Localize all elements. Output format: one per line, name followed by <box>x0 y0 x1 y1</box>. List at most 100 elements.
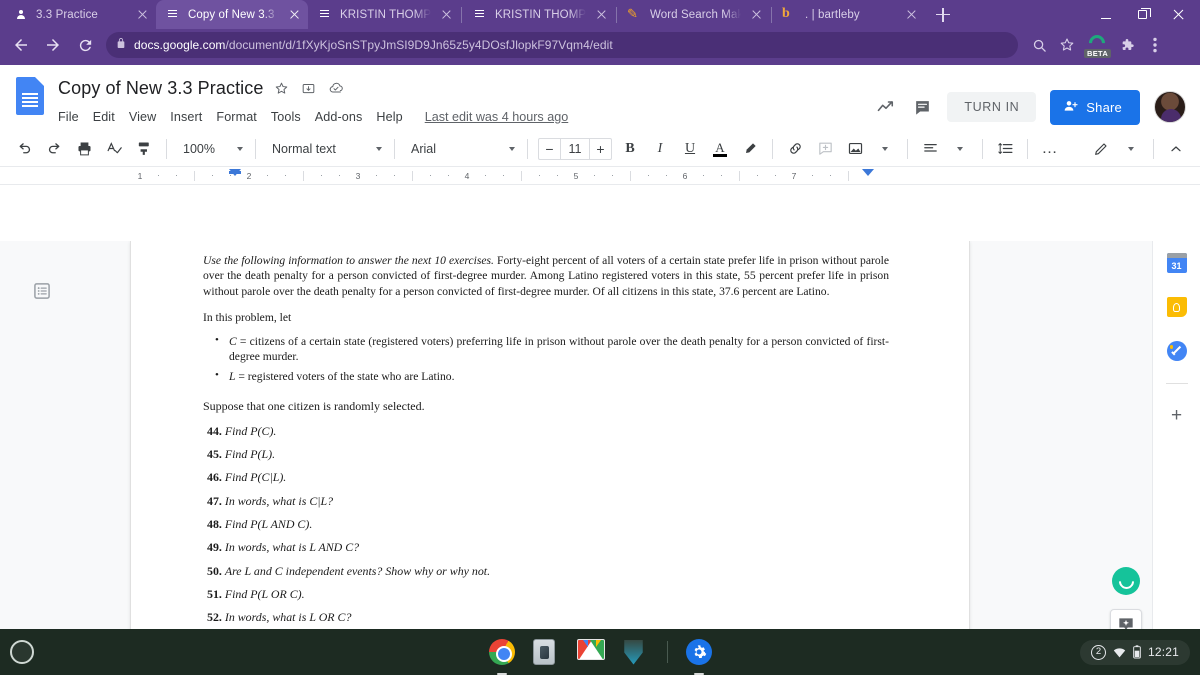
menu-insert[interactable]: Insert <box>170 110 202 124</box>
menu-format[interactable]: Format <box>216 110 256 124</box>
pencil-icon: ✎ <box>627 5 638 21</box>
beta-extension-icon[interactable]: BETA <box>1082 30 1112 60</box>
close-icon[interactable] <box>286 7 302 23</box>
last-edit-link[interactable]: Last edit was 4 hours ago <box>425 110 569 124</box>
battery-icon <box>1133 645 1141 659</box>
insert-image-icon[interactable] <box>841 135 869 163</box>
document-outline-icon[interactable] <box>30 279 54 303</box>
close-icon[interactable] <box>748 7 764 23</box>
ruler[interactable]: 1 2 3 4 5 6 7 <box>0 167 1200 185</box>
settings-icon[interactable] <box>685 639 712 675</box>
editing-mode-pencil-icon[interactable] <box>1087 135 1115 163</box>
browser-tab[interactable]: KRISTIN THOMPSON - <box>308 0 460 29</box>
document-page[interactable]: Use the following information to answer … <box>130 241 970 669</box>
menu-tools[interactable]: Tools <box>271 110 301 124</box>
tab-strip: 3.3 Practice Copy of New 3.3 Practice KR… <box>0 0 1200 29</box>
bold-button[interactable]: B <box>616 135 644 163</box>
back-arrow-icon[interactable] <box>6 30 36 60</box>
paint-format-icon[interactable] <box>130 135 158 163</box>
tab-title: Word Search Maker <box>650 8 741 21</box>
search-icon[interactable] <box>1026 32 1052 58</box>
avatar[interactable] <box>1154 91 1186 123</box>
bookmark-star-icon[interactable] <box>1054 32 1080 58</box>
launcher-icon[interactable] <box>10 640 34 664</box>
new-tab-button[interactable] <box>929 1 957 29</box>
more-options-button[interactable]: … <box>1036 135 1064 163</box>
play-store-icon[interactable] <box>532 639 559 665</box>
font-size-increase[interactable]: + <box>590 139 611 159</box>
highlight-pen-icon[interactable] <box>736 135 764 163</box>
tasks-icon[interactable] <box>1165 339 1189 363</box>
menu-file[interactable]: File <box>58 110 79 124</box>
spellcheck-icon[interactable] <box>100 135 128 163</box>
browser-tab[interactable]: ✎ Word Search Maker <box>618 0 770 29</box>
cloud-saved-icon[interactable] <box>327 79 345 97</box>
link-icon[interactable] <box>781 135 809 163</box>
maximize-button[interactable] <box>1124 0 1160 29</box>
page-title[interactable]: Copy of New 3.3 Practice <box>58 78 264 99</box>
chrome-icon[interactable] <box>488 639 515 675</box>
indent-marker-right[interactable] <box>862 169 874 176</box>
shield-app-icon[interactable] <box>623 639 649 665</box>
font-family-dropdown[interactable]: Arial <box>403 136 519 162</box>
close-window-button[interactable] <box>1160 0 1196 29</box>
close-icon[interactable] <box>134 7 150 23</box>
address-bar[interactable]: docs.google.com/document/d/1fXyKjoSnSTpy… <box>106 32 1018 58</box>
turn-in-button[interactable]: TURN IN <box>947 92 1037 122</box>
font-size-value[interactable]: 11 <box>560 138 590 159</box>
underline-button[interactable]: U <box>676 135 704 163</box>
definition-text: = registered voters of the state who are… <box>235 370 455 384</box>
close-icon[interactable] <box>438 7 454 23</box>
move-to-folder-icon[interactable] <box>300 79 318 97</box>
browser-tab[interactable]: b . | bartleby <box>773 0 925 29</box>
list-item: 47. In words, what is C|L? <box>203 494 889 510</box>
font-size-decrease[interactable]: − <box>539 139 560 159</box>
extensions-puzzle-icon[interactable] <box>1114 32 1140 58</box>
definition-list: C = citizens of a certain state (registe… <box>203 333 889 385</box>
grammarly-status-icon[interactable] <box>1112 567 1140 595</box>
menu-addons[interactable]: Add-ons <box>315 110 363 124</box>
keep-icon[interactable] <box>1165 295 1189 319</box>
star-icon[interactable] <box>273 79 291 97</box>
line-spacing-icon[interactable] <box>991 135 1019 163</box>
activity-dashboard-icon[interactable] <box>875 96 897 118</box>
close-icon[interactable] <box>903 7 919 23</box>
minimize-button[interactable] <box>1088 0 1124 29</box>
browser-tab-active[interactable]: Copy of New 3.3 Practice <box>156 0 308 29</box>
document-body[interactable]: Use the following information to answer … <box>131 241 969 650</box>
menu-help[interactable]: Help <box>376 110 402 124</box>
docs-logo-icon[interactable] <box>14 77 50 121</box>
gmail-icon[interactable] <box>576 639 605 665</box>
browser-tab[interactable]: 3.3 Practice <box>4 0 156 29</box>
status-tray[interactable]: 2 12:21 <box>1079 639 1190 665</box>
italic-button[interactable]: I <box>646 135 674 163</box>
calendar-icon[interactable]: 31 <box>1165 251 1189 275</box>
print-icon[interactable] <box>70 135 98 163</box>
comment-history-icon[interactable] <box>911 96 933 118</box>
menu-view[interactable]: View <box>129 110 156 124</box>
editing-mode-caret[interactable] <box>1117 135 1145 163</box>
align-caret[interactable] <box>946 135 974 163</box>
font-size-stepper[interactable]: − 11 + <box>538 137 612 160</box>
toolbar-right-group <box>1087 135 1190 163</box>
close-icon[interactable] <box>593 7 609 23</box>
indent-marker-left[interactable] <box>229 169 241 176</box>
paragraph-style-dropdown[interactable]: Normal text <box>264 136 386 162</box>
add-comment-icon[interactable] <box>811 135 839 163</box>
insert-image-caret[interactable] <box>871 135 899 163</box>
shelf-apps <box>488 639 712 675</box>
text-color-button[interactable]: A <box>706 135 734 163</box>
page-scroll-area[interactable]: Use the following information to answer … <box>68 241 1200 669</box>
share-button[interactable]: Share <box>1050 89 1140 125</box>
add-addon-button[interactable]: + <box>1165 404 1189 428</box>
reload-icon[interactable] <box>70 30 100 60</box>
zoom-dropdown[interactable]: 100% <box>175 136 247 162</box>
forward-arrow-icon[interactable] <box>38 30 68 60</box>
undo-icon[interactable] <box>10 135 38 163</box>
redo-icon[interactable] <box>40 135 68 163</box>
browser-menu-icon[interactable] <box>1142 32 1168 58</box>
browser-tab[interactable]: KRISTIN THOMPSON - <box>463 0 615 29</box>
align-left-icon[interactable] <box>916 135 944 163</box>
menu-edit[interactable]: Edit <box>93 110 115 124</box>
collapse-chevron-icon[interactable] <box>1162 135 1190 163</box>
